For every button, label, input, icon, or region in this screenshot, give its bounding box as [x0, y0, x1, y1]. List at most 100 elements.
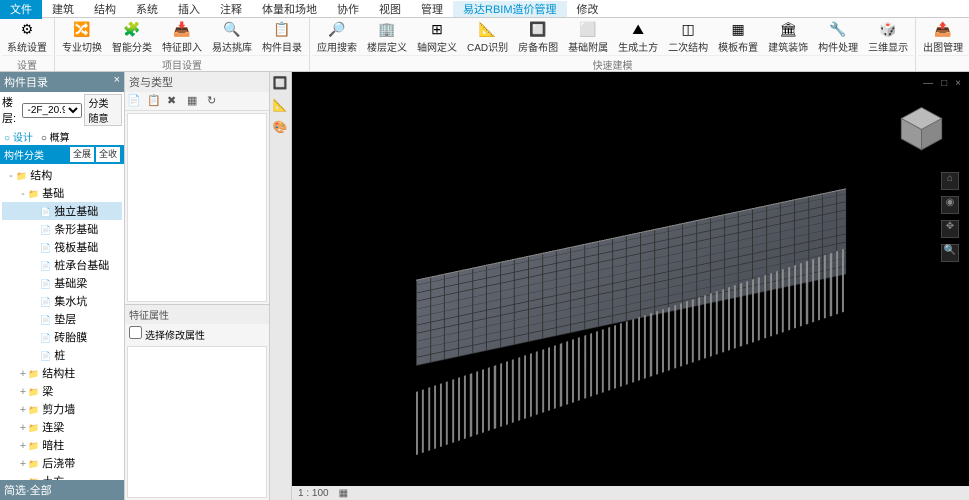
tree-node[interactable]: 📄 筏板基础	[2, 238, 122, 256]
menu-file[interactable]: 文件	[0, 0, 42, 19]
app-search[interactable]: 🔎应用搜索	[312, 18, 362, 55]
menu-annotate[interactable]: 注释	[210, 1, 252, 17]
new-icon[interactable]: 📄	[127, 94, 141, 108]
tree-node[interactable]: 📄 桩	[2, 346, 122, 364]
base-addon[interactable]: ⬜基础附属	[563, 18, 613, 55]
side-tool-1-icon[interactable]: 🔲	[273, 76, 289, 92]
close-view-icon[interactable]: ×	[955, 78, 961, 89]
app-search-icon: 🔎	[327, 19, 347, 39]
base-addon-icon: ⬜	[578, 19, 598, 39]
cad-id-icon: 📐	[478, 19, 498, 39]
floor-def[interactable]: 🏢楼层定义	[362, 18, 412, 55]
close-icon[interactable]: ×	[114, 74, 120, 90]
prop-list	[127, 346, 267, 498]
type-panel: 资与类型 📄 📋 ✖ ▦ ↻ 特征属性 选择修改属性	[125, 72, 270, 500]
tree-node[interactable]: 📄 集水坑	[2, 292, 122, 310]
tree-node[interactable]: -📁 结构	[2, 166, 122, 184]
tab-estimate[interactable]: ○ 概算	[37, 128, 74, 145]
copy-icon[interactable]: 📋	[147, 94, 161, 108]
nav-zoom-icon[interactable]: 🔍	[941, 244, 959, 262]
pro-switch-icon: 🔀	[72, 19, 92, 39]
side-tool-3-icon[interactable]: 🎨	[273, 120, 289, 136]
minimize-icon[interactable]: —	[923, 78, 933, 89]
menu-bar: 文件 建筑 结构 系统 插入 注释 体量和场地 协作 视图 管理 易达RBIM造…	[0, 0, 969, 18]
component-tree[interactable]: -📁 结构-📁 基础📄 独立基础📄 条形基础📄 筏板基础📄 桩承台基础📄 基础梁…	[0, 164, 124, 480]
panel-header: 构件目录 ×	[0, 72, 124, 92]
smart-classify-icon: 🧩	[122, 19, 142, 39]
3d-display[interactable]: 🎲三维显示	[863, 18, 913, 55]
prop-checkbox[interactable]	[129, 326, 142, 339]
menu-mass[interactable]: 体量和场地	[252, 1, 327, 17]
maximize-icon[interactable]: □	[941, 78, 947, 89]
floor-label: 楼层:	[2, 94, 20, 126]
tree-node[interactable]: 📄 垫层	[2, 310, 122, 328]
menu-struct[interactable]: 结构	[84, 1, 126, 17]
tree-node[interactable]: 📄 基础梁	[2, 274, 122, 292]
side-toolbar: 🔲 📐 🎨	[270, 72, 292, 500]
data-source[interactable]: 🔍易达挑库	[207, 18, 257, 55]
export-map-icon: 📤	[933, 19, 953, 39]
export-map[interactable]: 📤出图管理	[918, 18, 968, 55]
tree-node[interactable]: +📁 连梁	[2, 418, 122, 436]
feature-import[interactable]: 📥特征即入	[157, 18, 207, 55]
floor-select[interactable]: -2F_20.9(-12	[22, 103, 82, 118]
type-list[interactable]	[127, 113, 267, 302]
props-icon[interactable]: ▦	[187, 94, 201, 108]
secondary[interactable]: ◫二次结构	[663, 18, 713, 55]
nav-pan-icon[interactable]: ✥	[941, 220, 959, 238]
component-list-icon: 📋	[272, 19, 292, 39]
tab-design[interactable]: ○ 设计	[0, 128, 37, 145]
panel-title: 构件目录	[4, 74, 48, 90]
pro-switch[interactable]: 🔀专业切换	[57, 18, 107, 55]
nav-bar: ⌂ ◉ ✥ 🔍	[941, 172, 959, 262]
view-cube[interactable]	[894, 102, 949, 157]
room-layer-icon: 🔲	[528, 19, 548, 39]
menu-bim-cost[interactable]: 易达RBIM造价管理	[453, 1, 567, 17]
menu-manage[interactable]: 管理	[411, 1, 453, 17]
tree-node[interactable]: -📁 基础	[2, 184, 122, 202]
component-list[interactable]: 📋构件目录	[257, 18, 307, 55]
hierarchy-btn[interactable]: 分类随意	[84, 94, 122, 126]
arch-deco[interactable]: 🏛建筑装饰	[763, 18, 813, 55]
menu-insert[interactable]: 插入	[168, 1, 210, 17]
collapse-all-btn[interactable]: 全收	[96, 147, 120, 162]
3d-viewport[interactable]: — □ × ⌂ ◉ ✥ 🔍 1 : 100 ▦	[292, 72, 969, 500]
axis-def[interactable]: ⊞轴网定义	[412, 18, 462, 55]
zoom-level[interactable]: 1 : 100	[298, 488, 329, 499]
menu-modify[interactable]: 修改	[567, 1, 609, 17]
menu-view[interactable]: 视图	[369, 1, 411, 17]
data-source-icon: 🔍	[222, 19, 242, 39]
menu-arch[interactable]: 建筑	[42, 1, 84, 17]
formwork[interactable]: ▦模板布置	[713, 18, 763, 55]
nav-orbit-icon[interactable]: ◉	[941, 196, 959, 214]
tree-node[interactable]: +📁 梁	[2, 382, 122, 400]
expand-all-btn[interactable]: 全展	[70, 147, 94, 162]
tree-node[interactable]: -📁 土方	[2, 472, 122, 480]
menu-collab[interactable]: 协作	[327, 1, 369, 17]
tree-node[interactable]: +📁 后浇带	[2, 454, 122, 472]
menu-system[interactable]: 系统	[126, 1, 168, 17]
tree-node[interactable]: 📄 桩承台基础	[2, 256, 122, 274]
smart-classify[interactable]: 🧩智能分类	[107, 18, 157, 55]
system-settings[interactable]: ⚙系统设置	[2, 18, 52, 55]
cad-id[interactable]: 📐CAD识别	[462, 18, 513, 55]
tree-node[interactable]: +📁 结构柱	[2, 364, 122, 382]
room-layer[interactable]: 🔲房备布图	[513, 18, 563, 55]
side-tool-2-icon[interactable]: 📐	[273, 98, 289, 114]
delete-icon[interactable]: ✖	[167, 94, 181, 108]
tree-node[interactable]: +📁 剪力墙	[2, 400, 122, 418]
gen-earth-icon: ⛰	[628, 19, 648, 39]
prop-item[interactable]: 选择修改属性	[125, 324, 269, 344]
tree-node[interactable]: 📄 独立基础	[2, 202, 122, 220]
component-catalog-panel: 构件目录 × 楼层: -2F_20.9(-12 分类随意 ○ 设计 ○ 概算 构…	[0, 72, 125, 500]
comp-proc[interactable]: 🔧构件处理	[813, 18, 863, 55]
gen-earth[interactable]: ⛰生成土方	[613, 18, 663, 55]
refresh-icon[interactable]: ↻	[207, 94, 221, 108]
tree-node[interactable]: +📁 暗柱	[2, 436, 122, 454]
tree-node[interactable]: 📄 砖胎膜	[2, 328, 122, 346]
nav-home-icon[interactable]: ⌂	[941, 172, 959, 190]
ribbon: ⚙系统设置设置🔀专业切换🧩智能分类📥特征即入🔍易达挑库📋构件目录项目设置🔎应用搜…	[0, 18, 969, 72]
tree-node[interactable]: 📄 条形基础	[2, 220, 122, 238]
view-mode-icon[interactable]: ▦	[339, 488, 348, 499]
system-settings-icon: ⚙	[17, 19, 37, 39]
